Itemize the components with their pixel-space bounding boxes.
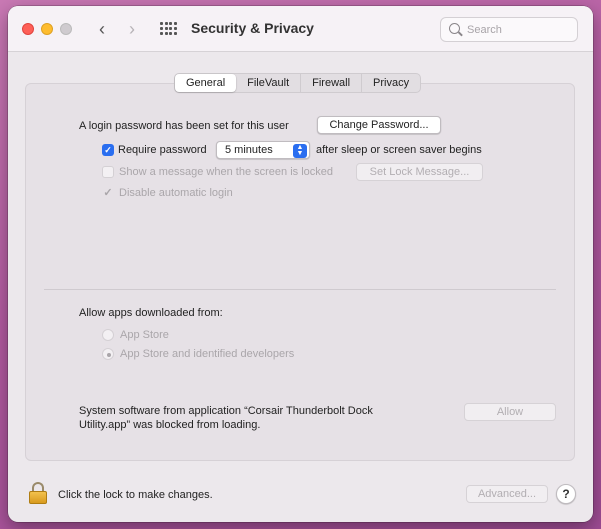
checkmark-icon: ✓ [103,187,113,199]
require-password-delay-select[interactable]: 5 minutes ▲ ▼ [216,141,310,159]
set-lock-message-button[interactable]: Set Lock Message... [356,163,483,181]
general-panel: A login password has been set for this u… [25,83,575,461]
back-button[interactable]: ‹ [92,18,112,40]
tab-bar: General FileVault Firewall Privacy [174,73,422,93]
radio-app-store[interactable] [102,329,114,341]
radio-app-store-identified[interactable] [102,348,114,360]
select-arrows-icon: ▲ ▼ [293,144,307,158]
lock-hint-text: Click the lock to make changes. [58,489,213,501]
after-sleep-text: after sleep or screen saver begins [316,144,482,156]
radio-app-store-identified-label: App Store and identified developers [120,348,295,360]
zoom-button[interactable] [60,23,72,35]
disable-auto-login-checkbox[interactable]: ✓ [102,187,114,199]
tab-general[interactable]: General [175,74,237,92]
show-message-label: Show a message when the screen is locked [119,166,334,178]
checkmark-icon: ✓ [104,145,112,155]
section-divider [44,289,556,290]
blocked-message-line1: System software from application “Corsai… [79,405,373,417]
minimize-button[interactable] [41,23,53,35]
require-password-checkbox[interactable]: ✓ [102,144,114,156]
allow-apps-heading: Allow apps downloaded from: [79,307,223,319]
title-bar: ‹ › Security & Privacy [8,6,593,52]
radio-app-store-label: App Store [120,329,169,341]
chevron-right-icon: › [129,19,135,39]
close-button[interactable] [22,23,34,35]
lock-icon[interactable] [29,482,47,504]
search-icon [449,23,460,34]
chevron-left-icon: ‹ [99,19,105,39]
allow-button[interactable]: Allow [464,403,556,421]
help-button[interactable]: ? [556,484,576,504]
advanced-button[interactable]: Advanced... [466,485,548,503]
tab-privacy[interactable]: Privacy [362,74,420,92]
require-password-delay-value: 5 minutes [225,144,273,156]
forward-button[interactable]: › [122,18,142,40]
tab-firewall[interactable]: Firewall [301,74,363,92]
window-title: Security & Privacy [191,20,314,36]
change-password-button[interactable]: Change Password... [317,116,441,134]
blocked-message-line2: Utility.app” was blocked from loading. [79,419,261,431]
search-input[interactable] [467,21,567,38]
require-password-label: Require password [118,144,207,156]
show-message-checkbox[interactable] [102,166,114,178]
show-all-grid-icon[interactable] [160,22,177,36]
login-password-text: A login password has been set for this u… [79,120,289,132]
tab-filevault[interactable]: FileVault [236,74,302,92]
search-field[interactable] [440,17,578,42]
disable-auto-login-label: Disable automatic login [119,187,233,199]
security-privacy-window: ‹ › Security & Privacy General FileVault… [8,6,593,522]
